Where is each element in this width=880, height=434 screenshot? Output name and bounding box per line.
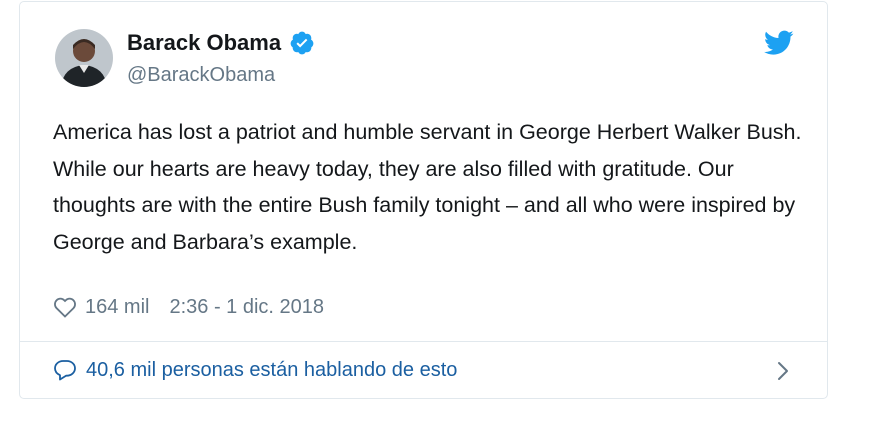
- person-avatar-icon: [55, 29, 113, 87]
- author-name[interactable]: Barack Obama: [127, 29, 281, 57]
- like-count: 164 mil: [85, 296, 150, 318]
- verified-badge-icon: [290, 31, 314, 55]
- tweet-timestamp[interactable]: 2:36 - 1 dic. 2018: [169, 294, 324, 320]
- conversation-label[interactable]: 40,6 mil personas están hablando de esto: [86, 358, 457, 382]
- heart-icon[interactable]: [53, 296, 77, 318]
- tweet-card: Barack Obama @BarackObama America has lo…: [19, 1, 828, 399]
- tweet-text: America has lost a patriot and humble se…: [53, 120, 802, 254]
- author-row: Barack Obama: [127, 29, 315, 57]
- twitter-bird-icon[interactable]: [764, 30, 794, 56]
- tweet-meta: 164 mil 2:36 - 1 dic. 2018: [53, 294, 324, 320]
- comment-icon: [54, 360, 76, 381]
- chevron-right-icon: [778, 362, 788, 380]
- conversation-link[interactable]: 40,6 mil personas están hablando de esto: [20, 342, 827, 398]
- author-handle[interactable]: @BarackObama: [127, 63, 275, 87]
- avatar[interactable]: [55, 29, 113, 87]
